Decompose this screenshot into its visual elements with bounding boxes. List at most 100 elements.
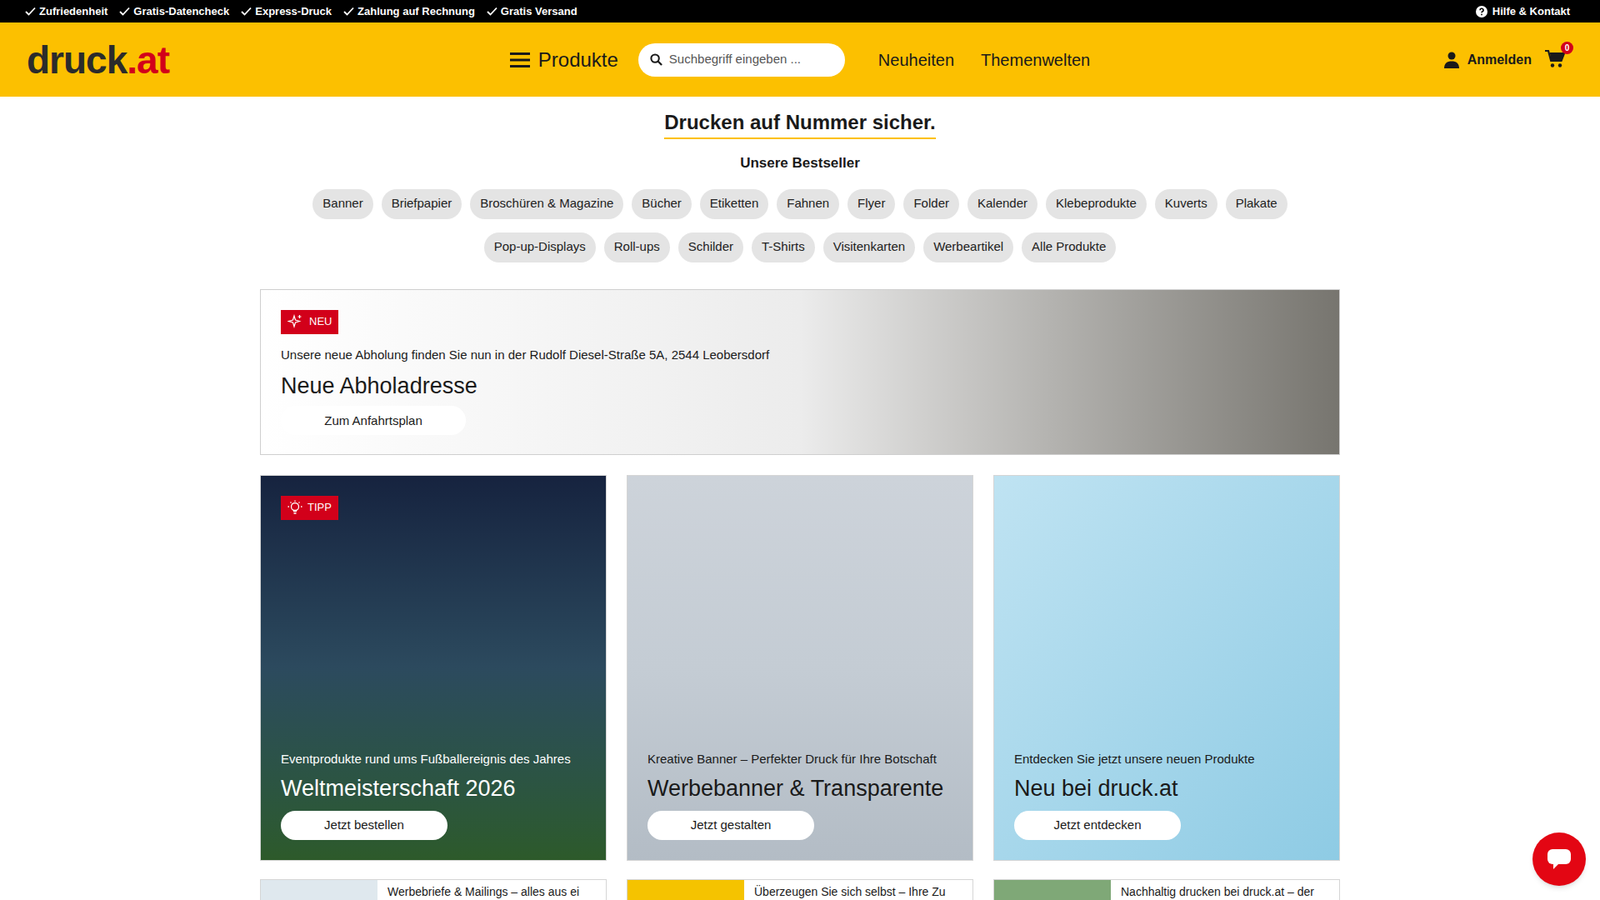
notice-title: Neue Abholadresse	[280, 372, 478, 400]
teaser-text: Nachhaltig drucken bei druck.at – der	[1110, 880, 1325, 900]
sparkle-icon	[287, 314, 303, 330]
user-icon	[1444, 51, 1460, 69]
usp-label: Zufriedenheit	[39, 3, 108, 20]
usp-label: Gratis Versand	[500, 3, 578, 20]
card-title: Weltmeisterschaft 2026	[280, 775, 516, 802]
menu-icon	[510, 51, 530, 69]
help-icon	[1475, 5, 1488, 18]
chat-icon	[1546, 848, 1572, 870]
notice-text: Unsere neue Abholung finden Sie nun in d…	[280, 345, 770, 365]
help-link[interactable]: Hilfe & Kontakt	[1475, 3, 1570, 20]
login-link[interactable]: Anmelden	[1444, 50, 1532, 70]
help-label: Hilfe & Kontakt	[1492, 3, 1570, 20]
promo-card: TIPP Eventprodukte rund ums Fußballereign…	[260, 475, 607, 861]
category-pill[interactable]: Visitenkarten	[823, 232, 915, 263]
nav-links: Neuheiten Themenwelten	[878, 47, 1090, 73]
cart-button[interactable]: 0	[1545, 50, 1567, 70]
card-button[interactable]: Jetzt entdecken	[1014, 810, 1181, 840]
logo-tld: .at	[126, 38, 170, 82]
category-row: Pop-up-Displays Roll-ups SchilderT-Shirts V…	[484, 232, 1117, 263]
login-label: Anmelden	[1467, 50, 1532, 70]
category-pill[interactable]: Flyer	[847, 189, 895, 220]
search-input[interactable]	[669, 50, 834, 70]
category-pill[interactable]: T-Shirts	[751, 232, 815, 263]
category-pill[interactable]: Roll-ups	[604, 232, 670, 263]
usp-label: Zahlung auf Rechnung	[357, 3, 475, 20]
content: Drucken auf Nummer sicher. Unsere Bestse…	[260, 96, 1340, 900]
category-pill[interactable]: Briefpapier	[381, 189, 463, 220]
cart-count-badge: 0	[1560, 41, 1574, 55]
check-icon	[240, 6, 252, 16]
directions-button[interactable]: Zum Anfahrtsplan	[280, 405, 466, 435]
category-pill[interactable]: Werbeartikel	[923, 232, 1014, 263]
category-pill[interactable]: Alle Produkte	[1021, 232, 1116, 263]
new-badge-label: NEU	[309, 313, 332, 330]
header-actions: Anmelden 0	[1090, 50, 1574, 70]
tip-badge-label: TIPP	[307, 499, 332, 516]
chat-button[interactable]	[1532, 832, 1586, 886]
teaser-card[interactable]: Überzeugen Sie sich selbst – Ihre Zu	[626, 879, 974, 900]
card-subtitle: Entdecken Sie jetzt unsere neuen Produkt…	[1014, 750, 1255, 770]
category-pill[interactable]: Etiketten	[700, 189, 769, 220]
promo-card: Entdecken Sie jetzt unsere neuen Produkt…	[993, 475, 1340, 861]
promo-card: Kreative Banner – Perfekter Druck für Ih…	[626, 475, 974, 861]
card-title: Werbebanner & Transparente	[647, 775, 944, 802]
teaser-text: Überzeugen Sie sich selbst – Ihre Zu	[744, 880, 956, 900]
category-pill[interactable]: Folder	[903, 189, 960, 220]
category-pill[interactable]: Kuverts	[1155, 189, 1218, 220]
category-row: Banner BriefpapierBroschüren & MagazineBü…	[312, 189, 1287, 220]
usp-item: Gratis Versand	[486, 3, 578, 20]
teaser-text: Werbebriefe & Mailings – alles aus ei	[377, 880, 590, 900]
main-nav: Produkte Neuheiten Themenwelten	[510, 43, 1090, 77]
category-pill[interactable]: Schilder	[678, 232, 744, 263]
usp-label: Gratis-Datencheck	[133, 3, 230, 20]
category-pills: Banner BriefpapierBroschüren & MagazineBü…	[260, 189, 1340, 263]
category-pill[interactable]: Pop-up-Displays	[484, 232, 596, 263]
promo-cards: TIPP Eventprodukte rund ums Fußballereign…	[260, 475, 1340, 861]
card-subtitle: Eventprodukte rund ums Fußballereignis d…	[280, 750, 571, 770]
check-icon	[343, 6, 355, 16]
bestseller-heading: Unsere Bestseller	[740, 152, 860, 175]
teaser-image	[994, 880, 1111, 900]
nav-link[interactable]: Neuheiten	[878, 47, 955, 73]
category-pill[interactable]: Kalender	[967, 189, 1038, 220]
hero-title: Drucken auf Nummer sicher.	[664, 110, 935, 140]
check-icon	[119, 6, 130, 16]
teaser-card[interactable]: Werbebriefe & Mailings – alles aus ei	[260, 879, 607, 900]
new-badge: NEU	[280, 310, 339, 335]
category-pill[interactable]: Plakate	[1225, 189, 1288, 220]
products-label: Produkte	[538, 45, 619, 75]
check-icon	[486, 6, 498, 16]
search-icon	[650, 53, 663, 66]
notice-banner: NEU Unsere neue Abholung finden Sie nun …	[260, 289, 1340, 455]
category-pill[interactable]: Klebeprodukte	[1045, 189, 1147, 220]
category-pill[interactable]: Broschüren & Magazine	[470, 189, 624, 220]
nav-link[interactable]: Themenwelten	[980, 47, 1090, 73]
usp-list: Zufriedenheit Gratis-Datencheck Express-Dr…	[25, 3, 578, 20]
lightbulb-icon	[287, 500, 303, 515]
card-button[interactable]: Jetzt gestalten	[647, 810, 815, 840]
logo[interactable]: druck.at	[26, 40, 510, 80]
usp-item: Express-Druck	[240, 3, 332, 20]
usp-item: Zahlung auf Rechnung	[343, 3, 475, 20]
products-menu[interactable]: Produkte	[510, 45, 619, 75]
card-title: Neu bei druck.at	[1014, 775, 1179, 802]
teaser-image	[260, 880, 378, 900]
category-pill[interactable]: Fahnen	[776, 189, 840, 220]
usp-item: Gratis-Datencheck	[119, 3, 230, 20]
logo-main: druck	[26, 38, 127, 82]
tip-badge: TIPP	[280, 495, 339, 520]
check-icon	[25, 6, 36, 16]
teaser-row: Werbebriefe & Mailings – alles aus ei Übe…	[260, 879, 1340, 900]
category-pill[interactable]: Bücher	[631, 189, 692, 220]
top-bar: Zufriedenheit Gratis-Datencheck Express-Dr…	[0, 0, 1600, 23]
usp-item: Zufriedenheit	[25, 3, 108, 20]
card-subtitle: Kreative Banner – Perfekter Druck für Ih…	[647, 750, 937, 770]
category-pill[interactable]: Banner	[312, 189, 373, 220]
header: druck.at Produkte NeuheitenThemenwelten …	[0, 22, 1600, 97]
teaser-card[interactable]: Nachhaltig drucken bei druck.at – der	[993, 879, 1340, 900]
hero: Drucken auf Nummer sicher. Unsere Bestse…	[260, 96, 1340, 175]
search-field	[638, 43, 845, 77]
card-button[interactable]: Jetzt bestellen	[280, 810, 448, 840]
usp-label: Express-Druck	[255, 3, 332, 20]
